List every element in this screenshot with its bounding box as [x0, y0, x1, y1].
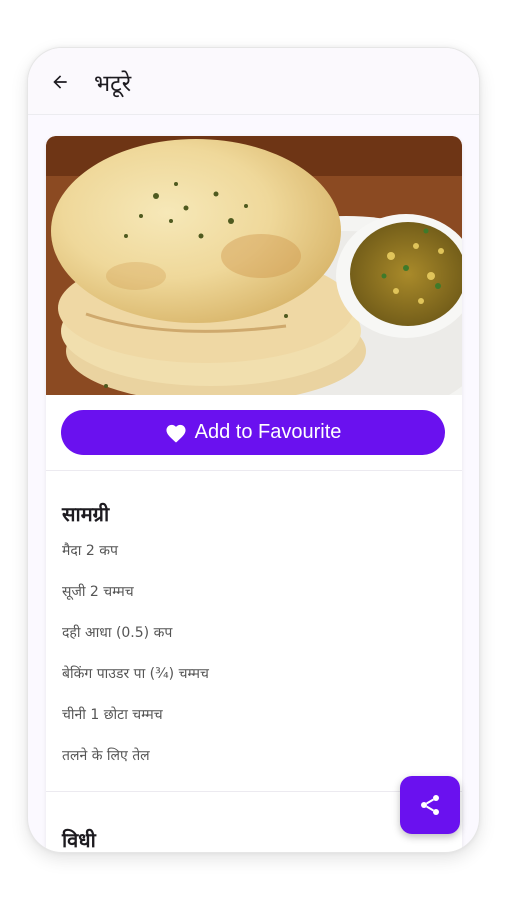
- share-icon: [421, 795, 439, 815]
- page-title: भटूरे: [94, 71, 132, 97]
- heart-icon: [166, 424, 186, 443]
- method-heading: विधी: [62, 828, 96, 852]
- recipe-card: Add to Favourite सामग्री मैदा 2 कप सूजी …: [46, 136, 462, 852]
- ingredient-item: बेकिंग पाउडर पा (¾) चम्मच: [62, 666, 209, 682]
- ingredient-item: सूजी 2 चम्मच: [62, 584, 134, 600]
- app-bar: भटूरे: [28, 48, 479, 115]
- add-to-favourite-button[interactable]: Add to Favourite: [61, 410, 445, 455]
- ingredient-item: चीनी 1 छोटा चम्मच: [62, 707, 163, 723]
- favourite-label: Add to Favourite: [194, 421, 342, 443]
- arrow-left-icon: [53, 75, 67, 89]
- recipe-image: [46, 136, 462, 395]
- ingredient-item: मैदा 2 कप: [62, 543, 118, 559]
- ingredients-heading: सामग्री: [62, 502, 110, 526]
- phone-frame: भटूरे Add to Favourite सामग्री मैदा 2 कप…: [28, 48, 479, 852]
- divider: [46, 470, 462, 471]
- ingredient-item: दही आधा (0.5) कप: [62, 625, 173, 641]
- ingredient-item: तलने के लिए तेल: [62, 748, 150, 764]
- share-button[interactable]: [400, 776, 460, 834]
- back-button[interactable]: [46, 68, 74, 96]
